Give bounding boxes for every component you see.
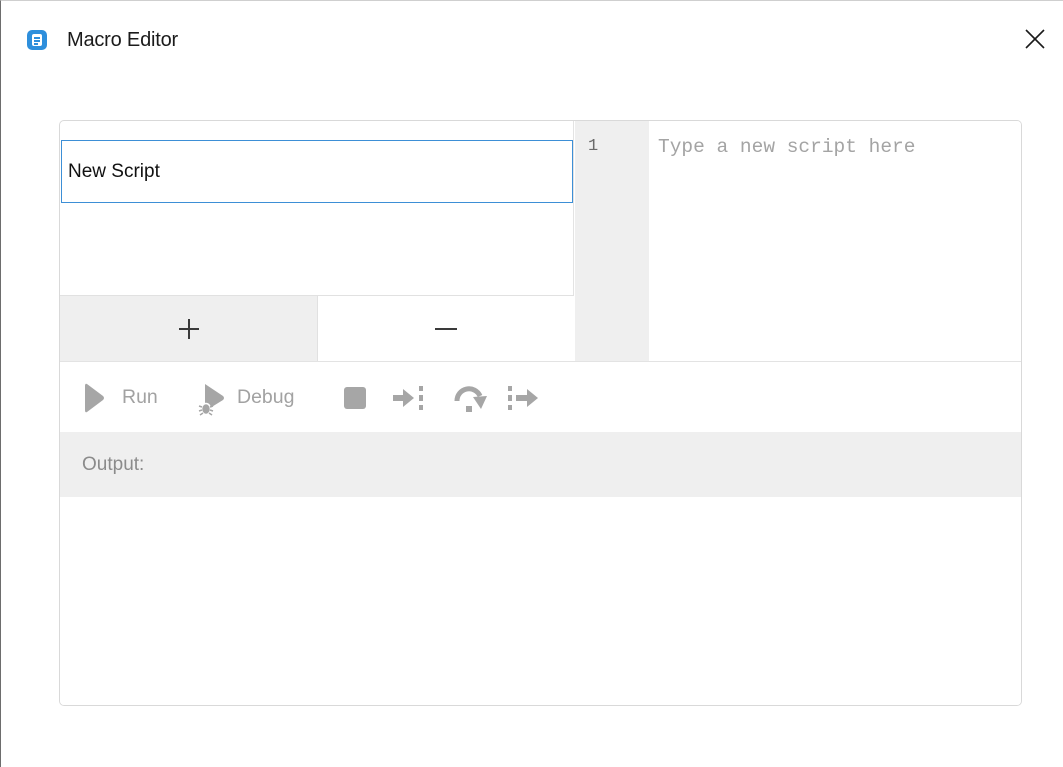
step-over-icon xyxy=(454,385,487,412)
run-label: Run xyxy=(122,386,158,408)
step-into-icon xyxy=(393,385,423,410)
step-over-button[interactable] xyxy=(452,362,490,433)
line-number: 1 xyxy=(588,137,599,156)
minus-icon xyxy=(435,327,457,330)
run-button[interactable]: Run xyxy=(84,362,158,433)
macro-editor-window: Macro Editor New Script 1 Type a new scr… xyxy=(0,0,1063,767)
step-out-icon xyxy=(508,385,538,410)
script-list xyxy=(60,121,574,361)
play-icon xyxy=(85,383,104,412)
script-name-input[interactable] xyxy=(61,140,573,203)
output-console[interactable] xyxy=(60,497,1021,705)
document-icon xyxy=(27,30,47,50)
title-bar: Macro Editor xyxy=(1,1,1063,81)
remove-script-button[interactable] xyxy=(318,296,574,361)
code-placeholder: Type a new script here xyxy=(658,136,916,158)
output-label: Output: xyxy=(82,454,145,475)
debug-toolbar: Run Debug xyxy=(60,361,1021,433)
debug-label: Debug xyxy=(237,386,295,408)
step-into-button[interactable] xyxy=(392,362,426,433)
step-out-button[interactable] xyxy=(507,362,541,433)
window-title: Macro Editor xyxy=(67,29,178,51)
code-editor[interactable]: Type a new script here xyxy=(649,121,1021,361)
stop-button[interactable] xyxy=(343,362,367,433)
line-number-gutter: 1 xyxy=(575,121,649,361)
plus-icon xyxy=(178,318,199,339)
add-script-button[interactable] xyxy=(60,296,318,361)
close-icon xyxy=(1025,29,1045,49)
macro-panel: 1 Type a new script here Run xyxy=(59,120,1022,706)
output-header: Output: xyxy=(60,432,1021,497)
close-button[interactable] xyxy=(1019,23,1051,55)
debug-icon xyxy=(198,383,224,416)
stop-icon xyxy=(344,386,366,409)
debug-button[interactable]: Debug xyxy=(196,362,294,433)
